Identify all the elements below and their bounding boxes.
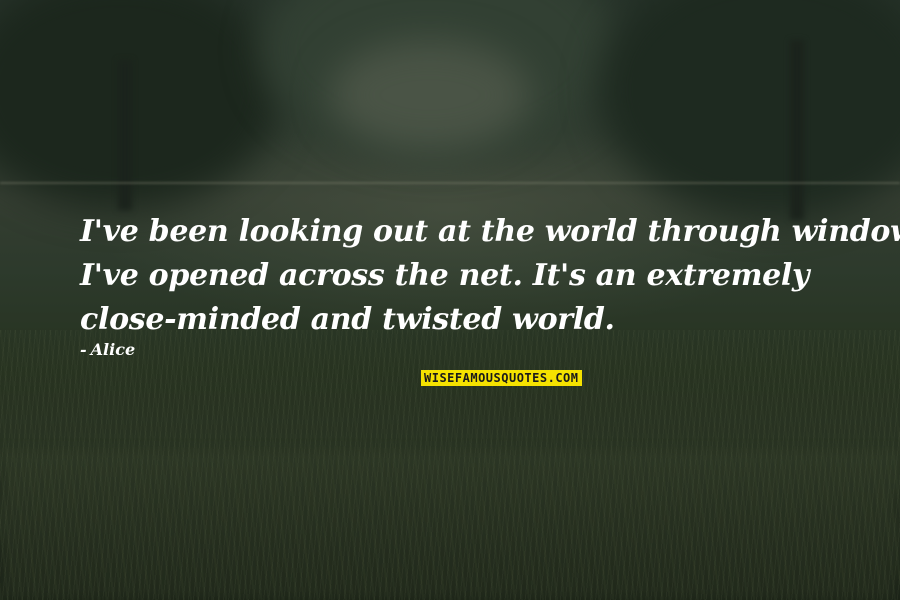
quote-line: close-minded and twisted world.: [80, 302, 615, 337]
author-dash: -: [80, 340, 87, 359]
quote-image: I've been looking out at the world throu…: [0, 0, 900, 600]
distant-fence: [0, 182, 900, 184]
quote-author: - Alice: [80, 340, 135, 360]
quote-line: I've been looking out at the world throu…: [80, 214, 900, 249]
foreground-grass: [0, 450, 900, 600]
tree-trunk: [790, 40, 804, 220]
sky-glow: [330, 40, 530, 150]
quote-line: I've opened across the net. It's an extr…: [80, 258, 810, 293]
quote-text: I've been looking out at the world throu…: [80, 210, 900, 342]
site-watermark: WISEFAMOUSQUOTES.COM: [421, 370, 582, 386]
tree-trunk: [118, 60, 132, 210]
tree-canopy-right: [600, 0, 900, 220]
author-name: Alice: [90, 340, 136, 359]
tree-canopy-left: [0, 0, 280, 210]
